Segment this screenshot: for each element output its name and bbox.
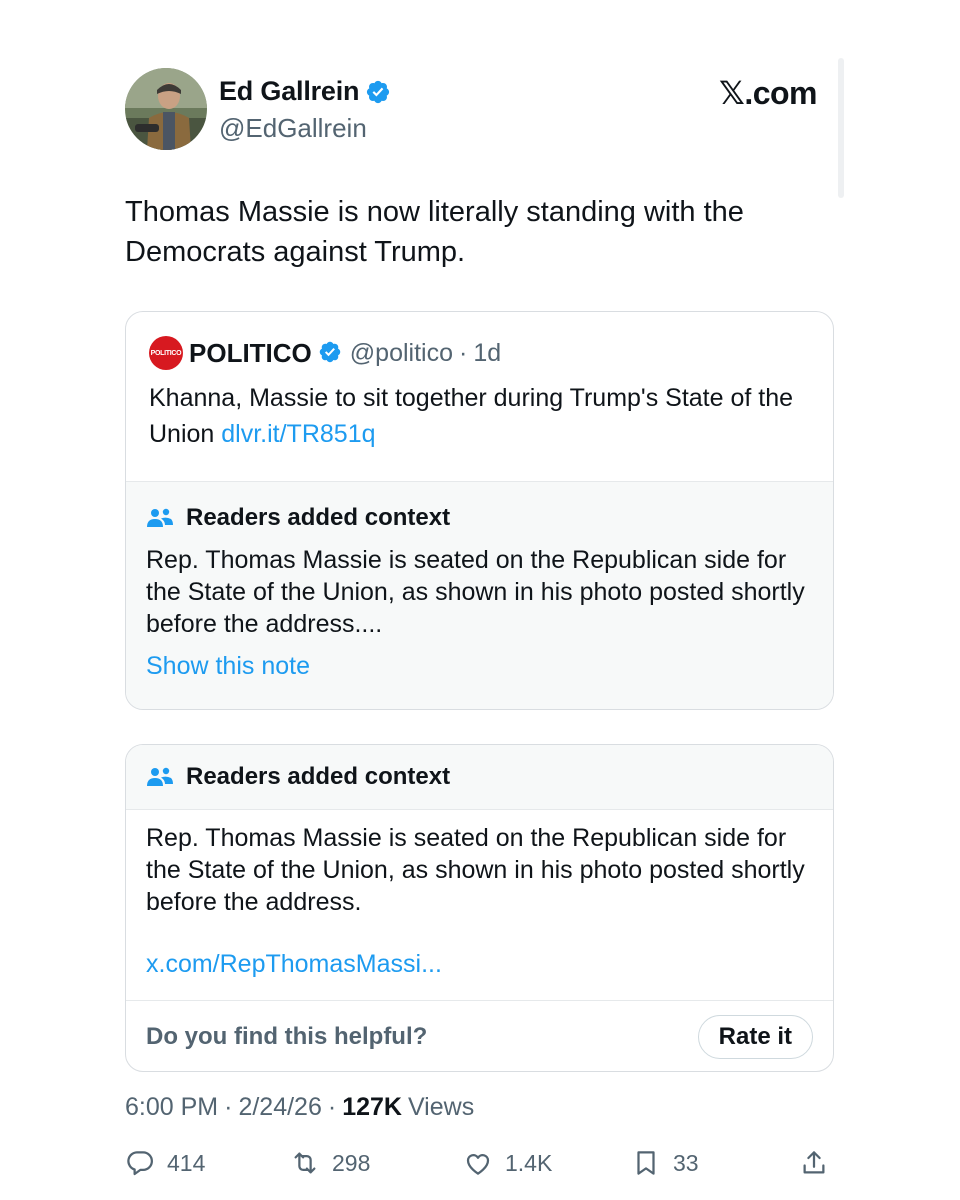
like-button[interactable]: 1.4K — [463, 1148, 552, 1178]
repost-button[interactable]: 298 — [290, 1148, 370, 1178]
handle[interactable]: @EdGallrein — [219, 113, 391, 144]
scrollbar[interactable] — [838, 58, 844, 198]
quote-author-name: POLITICO — [189, 337, 312, 368]
note-body: Rep. Thomas Massie is seated on the Repu… — [146, 824, 805, 916]
action-bar: 414 298 1.4K 33 — [125, 1148, 835, 1184]
helpful-prompt: Do you find this helpful? — [146, 1023, 428, 1050]
bookmark-button[interactable]: 33 — [631, 1148, 699, 1178]
heart-icon — [466, 1154, 490, 1175]
quote-time: 1d — [473, 338, 502, 367]
quote-link[interactable]: dlvr.it/TR851q — [221, 420, 375, 448]
people-icon — [146, 766, 174, 788]
note-source-link[interactable]: x.com/RepThomasMassi... — [146, 950, 813, 979]
note-body: Rep. Thomas Massie is seated on the Repu… — [146, 546, 805, 638]
share-icon — [803, 1151, 825, 1174]
people-icon — [146, 507, 174, 529]
display-name[interactable]: Ed Gallrein — [219, 76, 360, 107]
repost-icon — [294, 1152, 316, 1174]
separator-dot: · — [458, 338, 468, 367]
quote-community-note: Readers added context Rep. Thomas Massie… — [126, 481, 833, 709]
tweet-text: Thomas Massie is now literally standing … — [125, 196, 744, 268]
author-block: Ed Gallrein @EdGallrein — [219, 76, 391, 144]
community-note-header: Readers added context — [126, 745, 833, 810]
separator-dot: · — [327, 1093, 337, 1121]
like-count: 1.4K — [505, 1149, 553, 1176]
community-note-card: Readers added context Rep. Thomas Massie… — [125, 744, 834, 1072]
bookmark-count: 33 — [673, 1149, 699, 1176]
views-label: Views — [407, 1093, 475, 1121]
quote-tweet-card[interactable]: POLITICO POLITICO @politico · 1d Khanna,… — [125, 311, 834, 710]
note-title: Readers added context — [186, 504, 451, 531]
quote-text: Khanna, Massie to sit together during Tr… — [149, 380, 809, 452]
views-count: 127K — [342, 1093, 402, 1121]
reply-count: 414 — [167, 1149, 206, 1176]
rate-it-button[interactable]: Rate it — [697, 1015, 813, 1059]
x-logo: 𝕏.com — [719, 75, 817, 111]
community-note-footer: Do you find this helpful? Rate it — [126, 1001, 833, 1071]
reply-button[interactable]: 414 — [125, 1148, 205, 1178]
politico-avatar: POLITICO — [149, 336, 183, 370]
tweet-time[interactable]: 6:00 PM — [125, 1093, 218, 1122]
quote-tweet-body[interactable]: POLITICO POLITICO @politico · 1d Khanna,… — [126, 312, 833, 481]
bookmark-icon — [637, 1151, 655, 1175]
tweet-meta: 6:00 PM · 2/24/26 · 127K Views — [125, 1093, 474, 1122]
verified-badge-icon — [318, 340, 344, 366]
avatar[interactable] — [125, 68, 207, 150]
quote-author-handle: @politico — [349, 338, 453, 367]
community-note-body: Rep. Thomas Massie is seated on the Repu… — [126, 810, 833, 1001]
tweet-header: Ed Gallrein @EdGallrein 𝕏.com — [125, 68, 835, 150]
note-title: Readers added context — [186, 763, 451, 790]
verified-badge-icon — [365, 79, 391, 105]
reply-icon — [127, 1151, 153, 1176]
tweet-date[interactable]: 2/24/26 — [238, 1093, 321, 1122]
separator-dot: · — [224, 1093, 233, 1121]
show-note-link[interactable]: Show this note — [146, 652, 310, 681]
share-button[interactable] — [799, 1148, 829, 1178]
repost-count: 298 — [332, 1149, 371, 1176]
